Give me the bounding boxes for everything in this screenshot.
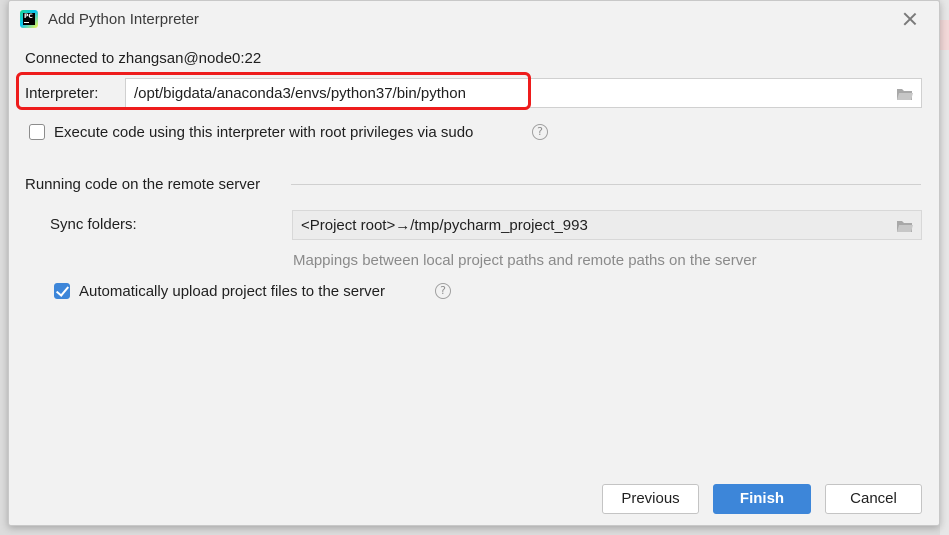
cancel-button[interactable]: Cancel [825,484,922,514]
pycharm-icon-bar [24,22,29,23]
sync-folders-label: Sync folders: [50,216,137,233]
pycharm-icon-inner: PC [23,13,35,25]
finish-button[interactable]: Finish [713,484,811,514]
dialog-titlebar: PC Add Python Interpreter [9,1,939,39]
sync-folders-hint: Mappings between local project paths and… [293,252,757,269]
dialog-title: Add Python Interpreter [48,11,199,28]
sync-folders-value: <Project root>→/tmp/pycharm_project_993 [301,217,588,234]
background-window-accent [940,20,949,50]
sudo-checkbox-label: Execute code using this interpreter with… [54,124,474,141]
folder-icon[interactable] [896,87,914,101]
interpreter-highlight-annotation [16,72,531,110]
add-python-interpreter-dialog: PC Add Python Interpreter Connected to z… [8,0,940,526]
folder-icon[interactable] [896,219,914,233]
connection-status: Connected to zhangsan@node0:22 [25,50,262,67]
previous-button[interactable]: Previous [602,484,699,514]
auto-upload-label: Automatically upload project files to th… [79,283,385,300]
pycharm-icon: PC [20,10,38,28]
section-divider [291,184,921,185]
close-icon[interactable] [901,10,919,28]
pycharm-icon-text: PC [24,13,33,20]
sudo-checkbox[interactable] [29,124,45,140]
sudo-help-icon[interactable]: ? [532,124,548,140]
background-window-edge [940,0,949,535]
sync-folders-field[interactable]: <Project root>→/tmp/pycharm_project_993 [292,210,922,240]
auto-upload-help-icon[interactable]: ? [435,283,451,299]
auto-upload-checkbox[interactable] [54,283,70,299]
remote-section-title: Running code on the remote server [25,176,261,193]
